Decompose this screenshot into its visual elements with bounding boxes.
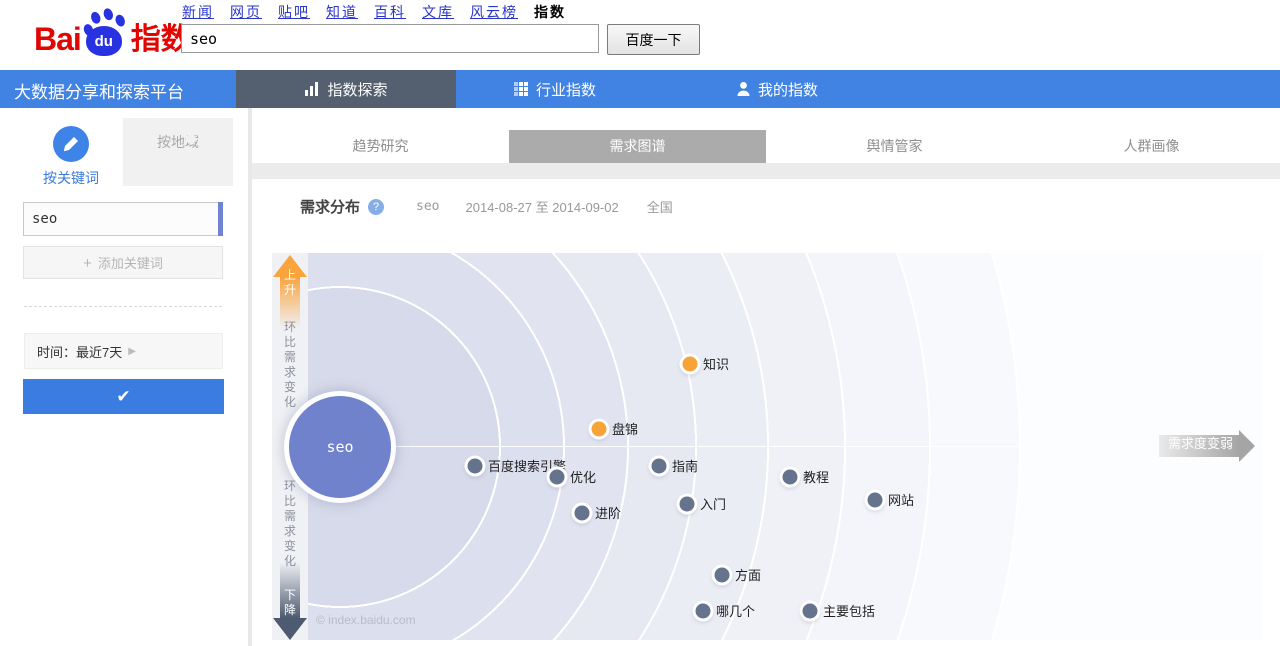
falling-point-dot [575, 506, 590, 521]
falling-point-dot [468, 459, 483, 474]
link-index-current[interactable]: 指数 [534, 4, 566, 20]
falling-point-dot [652, 459, 667, 474]
point-label: 优化 [570, 467, 596, 486]
tab-audience-profile[interactable]: 人群画像 [1023, 130, 1280, 163]
main-panel: 趋势研究 需求图谱 舆情管家 人群画像 需求分布 ? seo 2014-08-2… [252, 108, 1280, 646]
falling-point-dot [696, 604, 711, 619]
nav-item-index-explore[interactable]: 指数探索 [236, 70, 456, 108]
link-news[interactable]: 新闻 [182, 4, 214, 20]
report-tabbar: 趋势研究 需求图谱 舆情管家 人群画像 [252, 130, 1280, 163]
link-web[interactable]: 网页 [230, 4, 262, 20]
panel-title: 需求分布 [300, 196, 360, 217]
baidu-paw-icon: du [83, 12, 125, 58]
link-wenku[interactable]: 文库 [422, 4, 454, 20]
card-header: 需求分布 ? seo 2014-08-27 至 2014-09-02 全国 [252, 179, 1280, 217]
plus-icon: + [83, 255, 92, 272]
bar-chart-icon [304, 81, 320, 97]
link-fengyunbang[interactable]: 风云榜 [470, 4, 518, 20]
keyword-input-wrap [23, 202, 223, 236]
logo-bai-text: Bai [34, 21, 81, 58]
link-baike[interactable]: 百科 [374, 4, 406, 20]
tab-by-region[interactable]: 按地域 [123, 118, 233, 186]
panel-date-range: 2014-08-27 至 2014-09-02 [466, 197, 619, 216]
keyword-input-accent-bar [218, 202, 223, 236]
link-tieba[interactable]: 贴吧 [278, 4, 310, 20]
x-axis-arrow-label: 需求度变弱 [1168, 433, 1233, 452]
platform-title: 大数据分享和探索平台 [14, 78, 184, 103]
center-keyword-bubble[interactable]: seo [289, 396, 391, 498]
time-filter[interactable]: 时间：最近7天 ▶ [24, 333, 223, 369]
panel-keyword: seo [416, 199, 439, 214]
content: 按关键词 按地域 + 添加关键词 时间：最近7天 ▶ ✔ [0, 108, 1280, 646]
y-axis-down-label: 下降 [283, 588, 297, 618]
nav-item-my-index[interactable]: 我的指数 [722, 70, 832, 108]
sidebar: 按关键词 按地域 + 添加关键词 时间：最近7天 ▶ ✔ [0, 108, 248, 646]
y-axis-up-label: 上升 [283, 268, 297, 298]
x-axis-arrow: 需求度变弱 [1159, 430, 1255, 462]
point-label: 网站 [888, 490, 914, 509]
baidu-index-logo[interactable]: Bai du 指数 [34, 12, 191, 58]
demand-distribution-card: 需求分布 ? seo 2014-08-27 至 2014-09-02 全国 上升 [252, 179, 1280, 640]
tab-demand-map[interactable]: 需求图谱 [509, 130, 766, 163]
demand-chart: 上升 环比需求变化 环比需求变化 下降 seo [272, 253, 1262, 640]
tabbar-gray-strip [252, 163, 1280, 179]
nav-item-label: 行业指数 [536, 79, 596, 100]
point-label: 盘锦 [612, 419, 638, 438]
nav-item-industry-index[interactable]: 行业指数 [500, 70, 610, 108]
platform-navbar: 大数据分享和探索平台 指数探索 行业指数 我的指数 [0, 70, 1280, 108]
y-axis-label-bottom: 环比需求变化 [283, 479, 297, 569]
search-input[interactable] [181, 24, 599, 53]
tab-by-keyword[interactable]: 按关键词 [19, 118, 123, 186]
falling-point-dot [550, 470, 565, 485]
falling-point-dot [680, 497, 695, 512]
grid-icon [514, 82, 529, 97]
user-icon [736, 81, 751, 97]
falling-point-dot [803, 604, 818, 619]
falling-point-dot [715, 568, 730, 583]
help-icon[interactable]: ? [368, 199, 384, 215]
time-filter-label: 时间：最近7天 [37, 342, 122, 361]
point-label: 方面 [735, 565, 761, 584]
nav-item-label: 我的指数 [758, 79, 818, 100]
add-keyword-button[interactable]: + 添加关键词 [23, 246, 223, 279]
top-nav-links: 新闻网页贴吧知道百科文库风云榜指数 [182, 2, 566, 22]
panel-region: 全国 [647, 197, 673, 216]
tab-trend-research[interactable]: 趋势研究 [252, 130, 509, 163]
confirm-button[interactable]: ✔ [23, 379, 224, 414]
tab-by-region-label: 按地域 [123, 132, 233, 152]
baidu-search-button[interactable]: 百度一下 [607, 24, 700, 55]
dashed-separator [24, 306, 222, 307]
sidebar-tabs: 按关键词 按地域 [19, 118, 248, 186]
rising-point-dot [592, 422, 607, 437]
tab-sentiment-manager[interactable]: 舆情管家 [766, 130, 1023, 163]
watermark: © index.baidu.com [316, 613, 416, 627]
caret-right-icon: ▶ [128, 346, 136, 357]
nav-item-label: 指数探索 [327, 79, 387, 100]
page: Bai du 指数 新闻网页贴吧知道百科文库风云榜指数 百度一下 大数据分享和探… [0, 0, 1280, 646]
point-label: 哪几个 [716, 601, 755, 620]
point-label: 教程 [803, 467, 829, 486]
point-label: 指南 [672, 456, 698, 475]
tab-by-keyword-label: 按关键词 [19, 168, 123, 188]
y-axis-label-top: 环比需求变化 [283, 320, 297, 410]
falling-point-dot [783, 470, 798, 485]
falling-point-dot [868, 493, 883, 508]
keyword-input[interactable] [23, 202, 223, 236]
add-keyword-label: 添加关键词 [98, 256, 163, 271]
point-label: 进阶 [595, 503, 621, 522]
check-icon: ✔ [116, 387, 130, 406]
point-label: 知识 [703, 354, 729, 373]
point-label: 入门 [700, 494, 726, 513]
keyword-edit-icon [53, 126, 89, 162]
baidu-header: Bai du 指数 新闻网页贴吧知道百科文库风云榜指数 百度一下 [0, 0, 1280, 70]
logo-du-text: du [95, 33, 113, 50]
rising-point-dot [683, 357, 698, 372]
link-zhidao[interactable]: 知道 [326, 4, 358, 20]
x-axis-line [308, 446, 1262, 447]
point-label: 主要包括 [823, 601, 875, 620]
up-arrow-icon: 上升 [273, 255, 307, 329]
down-arrow-icon: 下降 [273, 562, 307, 640]
search-row: 百度一下 [181, 24, 700, 55]
